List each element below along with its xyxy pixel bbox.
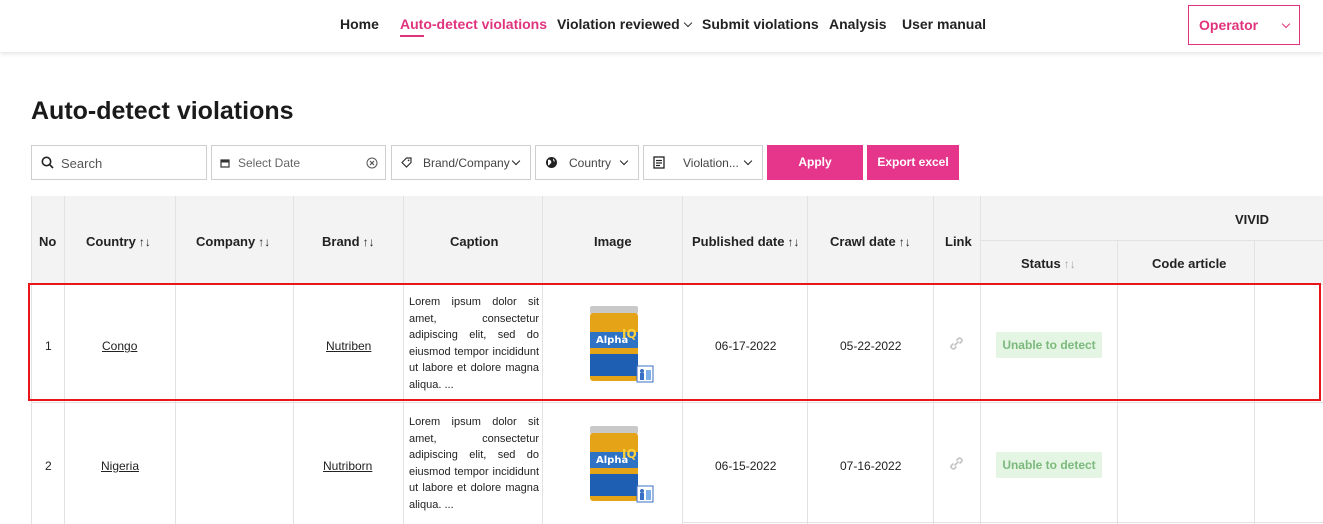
header-crawl-label: Crawl date [830, 234, 896, 249]
sort-icon[interactable]: ↑↓ [258, 235, 270, 249]
sort-icon[interactable]: ↑↓ [139, 235, 151, 249]
brand-company-select[interactable]: Brand/Company [391, 145, 531, 180]
country-label: Country [569, 156, 612, 170]
header-code-article: Code article [1152, 256, 1227, 271]
header-status-label: Status [1021, 256, 1061, 271]
chevron-down-icon [683, 18, 692, 28]
clear-icon[interactable] [366, 157, 378, 169]
search-icon [41, 156, 54, 169]
row2-status-badge: Unable to detect [996, 452, 1102, 478]
row2-brand-link[interactable]: Nutriborn [323, 459, 372, 473]
header-image: Image [594, 234, 632, 249]
nav-auto-detect-violations[interactable]: Auto-detect violations [400, 16, 547, 32]
chevron-down-icon [1281, 19, 1291, 29]
date-placeholder: Select Date [238, 156, 301, 170]
header-company[interactable]: Company ↑↓ [196, 234, 270, 249]
operator-label: Operator [1199, 17, 1259, 33]
header-link: Link [945, 234, 972, 249]
row-divider [31, 402, 1323, 403]
nav-violation-reviewed[interactable]: Violation reviewed [557, 16, 692, 32]
nav-submit-violations[interactable]: Submit violations [702, 16, 819, 32]
chevron-down-icon [743, 156, 753, 166]
row-divider [682, 522, 1323, 523]
row2-country-link[interactable]: Nigeria [101, 459, 139, 473]
export-excel-button[interactable]: Export excel [867, 145, 959, 180]
row-highlight-box [28, 283, 1321, 401]
sort-icon[interactable]: ↑↓ [899, 235, 911, 249]
sort-icon[interactable]: ↑↓ [363, 235, 375, 249]
date-picker[interactable]: Select Date [211, 145, 386, 180]
chevron-down-icon [619, 156, 629, 166]
nav-user-manual[interactable]: User manual [902, 16, 986, 32]
calendar-icon [220, 159, 230, 168]
nav-home[interactable]: Home [340, 16, 379, 32]
violation-label: Violation... [683, 156, 739, 170]
active-nav-underline [400, 35, 424, 37]
search-input[interactable]: Search [31, 145, 207, 180]
link-icon[interactable] [948, 455, 965, 472]
sort-icon[interactable]: ↑↓ [1064, 257, 1076, 271]
header-status[interactable]: Status ↑↓ [1021, 256, 1076, 271]
row2-no: 2 [45, 459, 52, 473]
violation-select[interactable]: Violation... [643, 145, 763, 180]
header-country[interactable]: Country ↑↓ [86, 234, 151, 249]
operator-dropdown[interactable]: Operator [1188, 5, 1300, 45]
chevron-down-icon [511, 156, 521, 166]
page-title: Auto-detect violations [31, 97, 294, 125]
search-placeholder: Search [61, 156, 103, 171]
product-image[interactable]: Alpha IQ [586, 424, 656, 504]
svg-text:IQ: IQ [622, 447, 637, 461]
header-group-divider [980, 240, 1323, 241]
header-country-label: Country [86, 234, 136, 249]
top-navigation: Home Auto-detect violations Violation re… [0, 0, 1323, 52]
row2-caption: Lorem ipsum dolor sit amet, consectetur … [409, 416, 539, 511]
header-crawl-date[interactable]: Crawl date ↑↓ [830, 234, 911, 249]
nav-analysis[interactable]: Analysis [829, 16, 887, 32]
country-select[interactable]: Country [535, 145, 639, 180]
header-brand[interactable]: Brand ↑↓ [322, 234, 375, 249]
header-group-vivid: VIVID [1235, 212, 1269, 227]
nav-violation-reviewed-label: Violation reviewed [557, 16, 680, 32]
header-caption: Caption [450, 234, 499, 249]
header-published-date[interactable]: Published date ↑↓ [692, 234, 799, 249]
sort-icon[interactable]: ↑↓ [787, 235, 799, 249]
header-brand-label: Brand [322, 234, 360, 249]
header-company-label: Company [196, 234, 256, 249]
list-icon [653, 156, 665, 169]
globe-icon [546, 157, 557, 168]
apply-button[interactable]: Apply [767, 145, 863, 180]
row2-crawl-date: 07-16-2022 [840, 459, 902, 473]
header-published-label: Published date [692, 234, 785, 249]
header-no: No [39, 234, 57, 249]
tag-icon [401, 157, 412, 168]
row2-published-date: 06-15-2022 [715, 459, 777, 473]
brand-company-label: Brand/Company [423, 156, 510, 170]
